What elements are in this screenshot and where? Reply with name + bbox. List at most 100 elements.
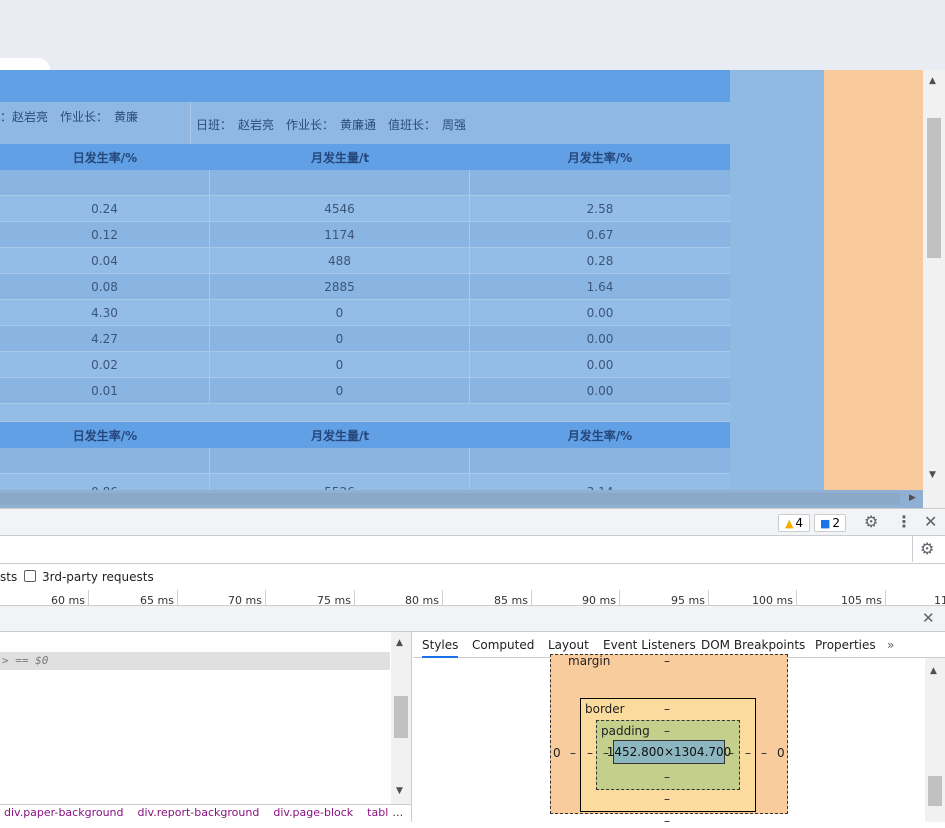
table-cell: 4.27 bbox=[0, 326, 210, 352]
tab-properties[interactable]: Properties bbox=[815, 632, 876, 658]
col-header-monthly-rate-2: 月发生率/% bbox=[470, 422, 730, 448]
timeline-tick: 65 ms bbox=[88, 590, 177, 607]
timeline-tick: 85 ms bbox=[442, 590, 531, 607]
table-cell: 0.04 bbox=[0, 248, 210, 274]
breadcrumb-item[interactable]: tabl bbox=[367, 805, 388, 821]
tab-styles[interactable]: Styles bbox=[422, 632, 459, 658]
table-cell: 4.30 bbox=[0, 300, 210, 326]
filter-partial-label: sts bbox=[0, 570, 18, 584]
border-right-inner-value: – bbox=[761, 746, 767, 760]
shift-info-right: 日班： 赵岩亮 作业长： 黄廉通 值班长： 周强 bbox=[196, 118, 467, 132]
empty-cell bbox=[210, 170, 470, 196]
scroll-up-icon[interactable]: ▲ bbox=[929, 76, 936, 86]
table-cell: 2885 bbox=[210, 274, 470, 300]
col-header-monthly-rate: 月发生率/% bbox=[470, 144, 730, 170]
padding-right-value: – bbox=[728, 746, 734, 760]
elements-scroll-thumb[interactable] bbox=[394, 696, 408, 738]
breadcrumb-item[interactable]: div.page-block bbox=[273, 805, 353, 821]
elements-panel-bar: ✕ bbox=[0, 606, 945, 632]
devtools-toolbar: ▲ 4 ■ 2 ⚙ ⋮ ✕ bbox=[0, 508, 945, 536]
empty-cell bbox=[0, 170, 210, 196]
empty-cell bbox=[470, 170, 730, 196]
scroll-down-icon[interactable]: ▼ bbox=[396, 786, 403, 796]
tab-computed[interactable]: Computed bbox=[472, 632, 534, 658]
table-cell: 0.00 bbox=[470, 378, 730, 404]
browser-top-bar bbox=[0, 0, 945, 70]
network-filter-bar: sts 3rd-party requests bbox=[0, 564, 945, 590]
warnings-badge[interactable]: ▲ 4 bbox=[778, 514, 810, 532]
timeline-tick: 90 ms bbox=[531, 590, 619, 607]
border-top-value: – bbox=[664, 702, 670, 716]
table-cell: 0.00 bbox=[470, 352, 730, 378]
table-cell: 0 bbox=[210, 352, 470, 378]
styles-scroll-thumb[interactable] bbox=[928, 776, 942, 806]
padding-label: padding bbox=[601, 724, 650, 738]
network-toolbar: ⚙ bbox=[0, 536, 945, 564]
breadcrumb-more-icon[interactable]: … bbox=[392, 806, 403, 819]
table-cell: 0.02 bbox=[0, 352, 210, 378]
margin-label: margin bbox=[568, 654, 611, 668]
divider bbox=[190, 102, 191, 144]
close-devtools-icon[interactable]: ✕ bbox=[924, 512, 937, 531]
margin-bottom-value: – bbox=[664, 814, 670, 828]
scroll-up-icon[interactable]: ▲ bbox=[396, 638, 403, 648]
breadcrumb: div.paper-background div.report-backgroun… bbox=[0, 804, 411, 822]
elements-scrollbar[interactable]: ▲ ▼ bbox=[391, 632, 411, 804]
third-party-checkbox[interactable] bbox=[24, 570, 36, 582]
more-tabs-icon[interactable]: » bbox=[887, 632, 894, 658]
table-cell: 0.24 bbox=[0, 196, 210, 222]
empty-cell bbox=[210, 448, 470, 474]
timeline-tick: 100 ms bbox=[708, 590, 796, 607]
border-right-value: – bbox=[745, 746, 751, 760]
timeline-tick: 60 ms bbox=[51, 594, 85, 607]
padding-left-value: – bbox=[587, 746, 593, 760]
message-icon: ■ bbox=[819, 516, 831, 530]
timeline-tick: 105 ms bbox=[796, 590, 885, 607]
shift-info-left: ：赵岩亮 作业长： 黄廉 bbox=[0, 110, 139, 124]
scroll-right-icon[interactable]: ▶ bbox=[909, 493, 916, 503]
scroll-down-icon[interactable]: ▼ bbox=[929, 470, 936, 480]
padding-left-inner-value: – bbox=[603, 746, 609, 760]
table-cell: 0.08 bbox=[0, 274, 210, 300]
table-cell: 0.00 bbox=[470, 326, 730, 352]
col-header-monthly-amount-2: 月发生量/t bbox=[210, 422, 470, 448]
spacer-row bbox=[0, 404, 730, 422]
messages-count: 2 bbox=[832, 516, 841, 530]
empty-cell bbox=[0, 448, 210, 474]
table-cell: 0.67 bbox=[470, 222, 730, 248]
breadcrumb-item[interactable]: div.paper-background bbox=[4, 805, 124, 821]
highlight-margin-region bbox=[824, 70, 923, 508]
table-cell: 1174 bbox=[210, 222, 470, 248]
styles-scrollbar[interactable]: ▲ bbox=[925, 658, 945, 822]
vertical-scroll-thumb[interactable] bbox=[927, 118, 941, 258]
padding-top-value: – bbox=[664, 724, 670, 738]
selected-node[interactable]: > == $0 bbox=[0, 652, 390, 670]
horizontal-scrollbar[interactable]: ▶ bbox=[0, 490, 923, 508]
messages-badge[interactable]: ■ 2 bbox=[814, 514, 846, 532]
breadcrumb-item[interactable]: div.report-background bbox=[138, 805, 260, 821]
scroll-up-icon[interactable]: ▲ bbox=[930, 666, 937, 676]
active-tab-edge bbox=[0, 58, 50, 70]
timeline-tick: 11 bbox=[885, 590, 945, 607]
col-header-monthly-amount: 月发生量/t bbox=[210, 144, 470, 170]
more-options-icon[interactable]: ⋮ bbox=[896, 512, 912, 531]
box-model-content-size[interactable]: 1452.800×1304.700 bbox=[607, 740, 731, 764]
timeline-tick: 75 ms bbox=[265, 590, 354, 607]
horizontal-scroll-thumb[interactable] bbox=[0, 493, 900, 505]
table-cell: 0 bbox=[210, 300, 470, 326]
report-table: ：赵岩亮 作业长： 黄廉 日班： 赵岩亮 作业长： 黄廉通 值班长： 周强 日发… bbox=[0, 70, 730, 500]
network-timeline-ruler: 60 ms 65 ms 70 ms 75 ms 80 ms 85 ms 90 m… bbox=[0, 590, 945, 607]
margin-top-value: – bbox=[664, 654, 670, 668]
table-cell: 1.64 bbox=[470, 274, 730, 300]
empty-cell bbox=[470, 448, 730, 474]
table-cell: 4546 bbox=[210, 196, 470, 222]
settings-gear-icon[interactable]: ⚙ bbox=[864, 512, 878, 531]
table-cell: 0 bbox=[210, 378, 470, 404]
network-settings-icon[interactable]: ⚙ bbox=[920, 539, 934, 558]
col-header-daily-rate-2: 日发生率/% bbox=[0, 422, 210, 448]
table-cell: 0.01 bbox=[0, 378, 210, 404]
highlight-padding-region bbox=[730, 70, 824, 508]
table-cell: 0.12 bbox=[0, 222, 210, 248]
close-drawer-icon[interactable]: ✕ bbox=[922, 609, 935, 627]
table-cell: 0.00 bbox=[470, 300, 730, 326]
